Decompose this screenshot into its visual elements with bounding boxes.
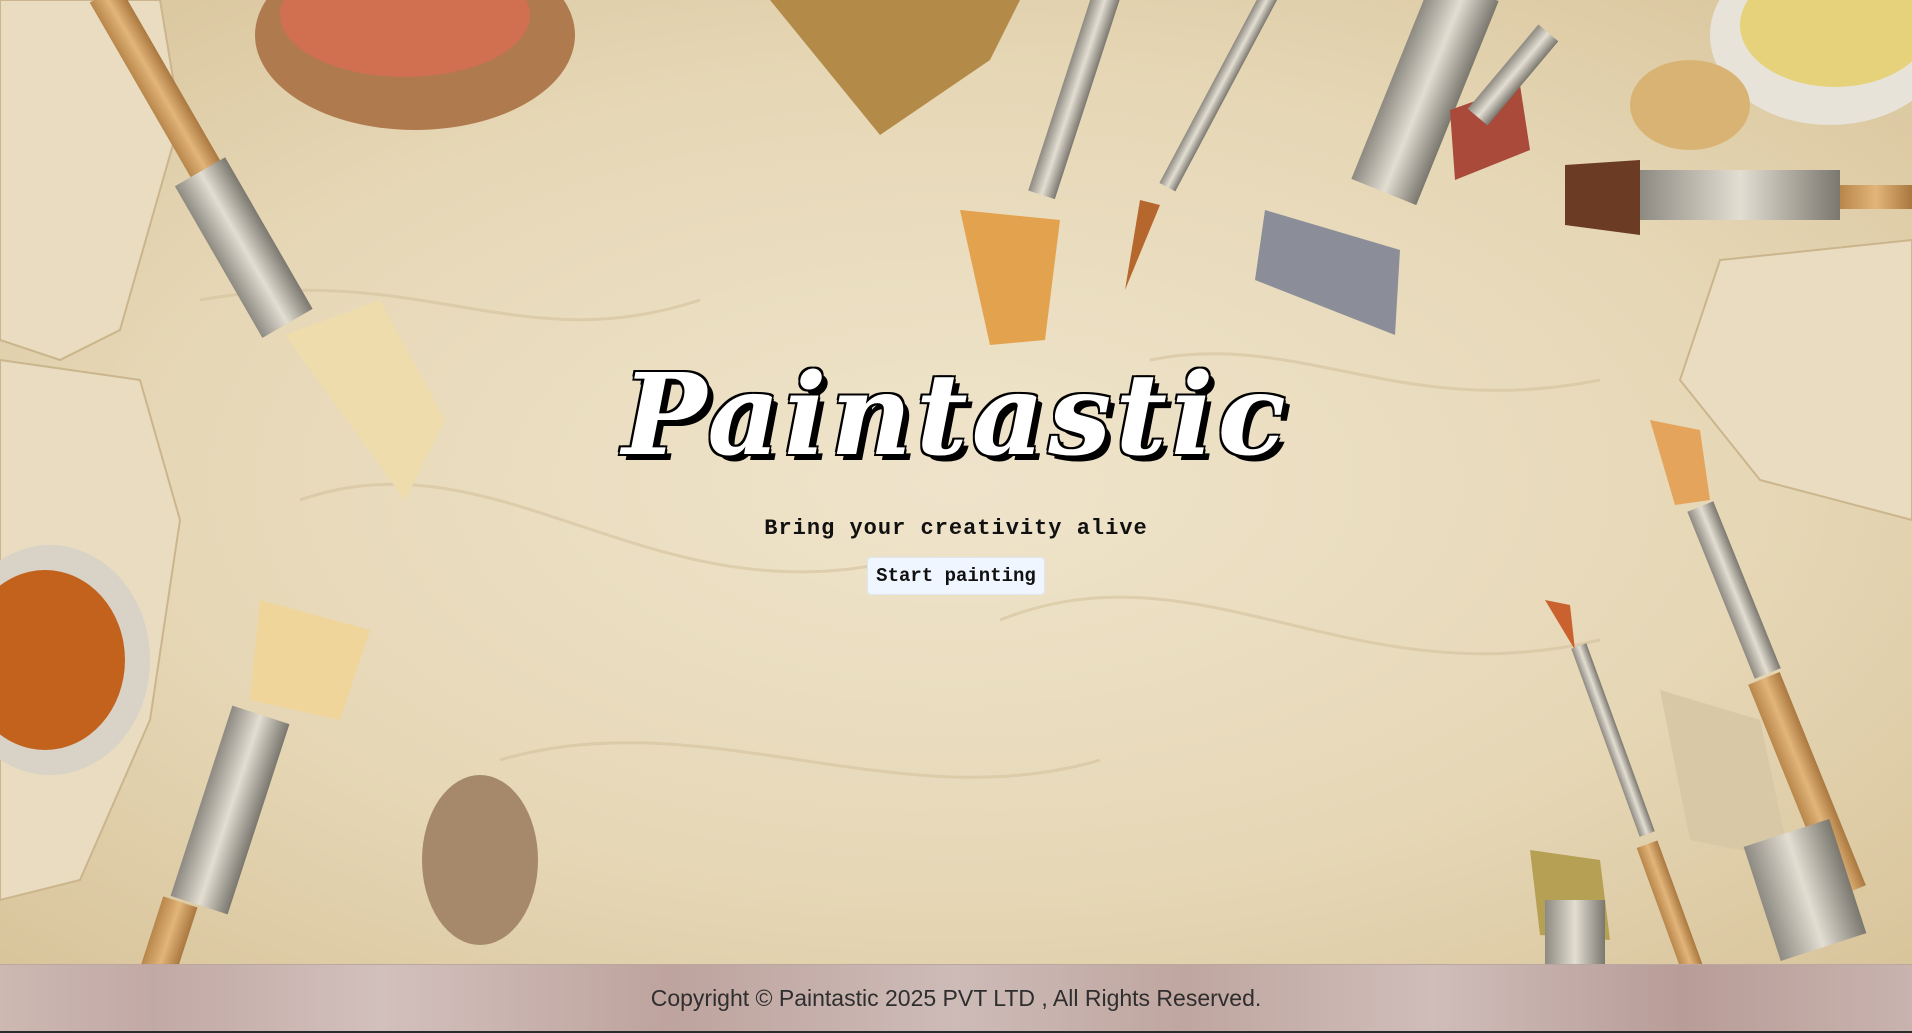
copyright-text: Copyright © Paintastic 2025 PVT LTD , Al… (650, 985, 1262, 1011)
brand-title: Paintastic (622, 350, 1290, 481)
hero-tagline: Bring your creativity alive (764, 516, 1148, 541)
start-painting-button[interactable]: Start painting (867, 557, 1045, 595)
footer: Copyright © Paintastic 2025 PVT LTD , Al… (0, 964, 1912, 1033)
landing-page: Paintastic Bring your creativity alive S… (0, 0, 1912, 1033)
hero-section: Paintastic Bring your creativity alive S… (0, 360, 1912, 595)
